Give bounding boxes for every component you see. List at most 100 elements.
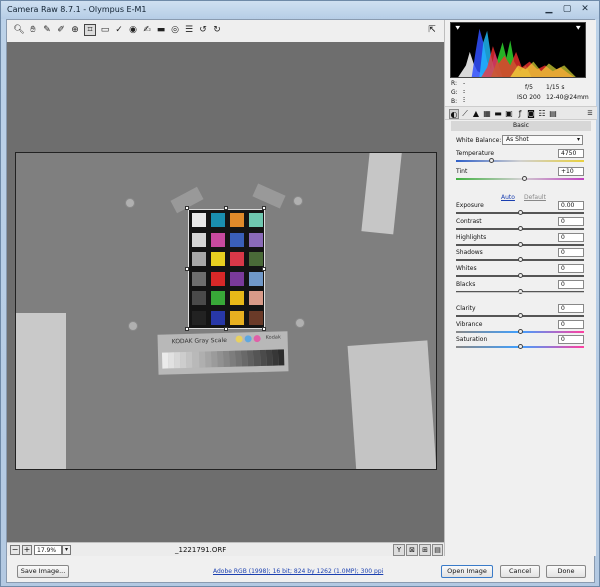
lens-corrections-tab-icon[interactable]: ▣: [504, 109, 514, 119]
crop-icon[interactable]: ⌗: [84, 24, 96, 36]
close-icon[interactable]: ✕: [578, 4, 592, 16]
red-eye-icon[interactable]: ◉: [127, 24, 139, 36]
saturation-slider-thumb[interactable]: [518, 344, 523, 350]
presets-tab-icon[interactable]: ☷: [537, 109, 547, 119]
snapshots-tab-icon[interactable]: ▤: [548, 109, 558, 119]
color-checker-chart: [188, 209, 265, 329]
clarity-slider-thumb[interactable]: [518, 312, 523, 318]
color-patch: [192, 271, 206, 286]
zoom-level-field[interactable]: 17.9%: [34, 545, 62, 555]
crop-handle[interactable]: [262, 206, 266, 210]
preview-settings-icon[interactable]: ▤: [432, 544, 443, 556]
fullscreen-toggle-icon[interactable]: ⇱: [425, 24, 439, 36]
default-link[interactable]: Default: [524, 194, 546, 201]
graduated-filter-icon[interactable]: ▬: [155, 24, 167, 36]
zoom-dropdown-icon[interactable]: ▾: [62, 545, 71, 555]
save-image-button[interactable]: Save Image...: [17, 565, 69, 578]
crop-handle[interactable]: [262, 327, 266, 331]
camera-calibration-tab-icon[interactable]: ◙: [526, 109, 536, 119]
preferences-icon[interactable]: ☰: [183, 24, 195, 36]
color-patch: [211, 271, 225, 286]
temperature-slider-thumb[interactable]: [488, 158, 494, 163]
zoom-icon[interactable]: 🔍︎: [13, 24, 25, 36]
shadows-slider[interactable]: [456, 257, 584, 263]
basic-tab-icon[interactable]: ◐: [449, 109, 459, 119]
zoom-out-icon[interactable]: −: [10, 545, 20, 555]
crop-handle[interactable]: [185, 206, 189, 210]
highlights-slider-thumb[interactable]: [518, 241, 523, 247]
contrast-slider-thumb[interactable]: [518, 225, 523, 231]
radial-filter-icon[interactable]: ◎: [169, 24, 181, 36]
crop-handle[interactable]: [262, 267, 266, 271]
whites-value-field[interactable]: 0: [558, 264, 584, 274]
clarity-slider[interactable]: [456, 312, 584, 318]
crop-handle[interactable]: [185, 267, 189, 271]
hsl-tab-icon[interactable]: ▦: [482, 109, 492, 119]
detail-tab-icon[interactable]: ▲: [471, 109, 481, 119]
rotate-cw-icon[interactable]: ↻: [211, 24, 223, 36]
split-toning-tab-icon[interactable]: ▬: [493, 109, 503, 119]
color-patch: [230, 271, 244, 286]
before-after-icon[interactable]: ⊠: [406, 544, 418, 556]
minimize-icon[interactable]: ▁: [542, 4, 556, 16]
exposure-slider[interactable]: [456, 210, 584, 215]
dialog-footer: Save Image... Adobe RGB (1998); 16 bit; …: [7, 560, 594, 582]
tint-slider-thumb[interactable]: [521, 176, 527, 181]
tint-value-field[interactable]: +10: [558, 167, 584, 176]
tone-curve-tab-icon[interactable]: ⟋: [460, 109, 470, 119]
aperture-info: f/5: [525, 84, 533, 91]
swap-settings-icon[interactable]: ⊞: [419, 544, 431, 556]
image-preview-area[interactable]: KODAK Gray Scale Kodak: [7, 42, 444, 542]
open-image-button[interactable]: Open Image: [441, 565, 493, 578]
straighten-icon[interactable]: ▭: [99, 24, 111, 36]
shadows-value-field[interactable]: 0: [558, 248, 584, 258]
contrast-slider[interactable]: [456, 225, 584, 231]
temperature-label: Temperature: [456, 150, 495, 157]
done-button[interactable]: Done: [546, 565, 586, 578]
hand-icon[interactable]: ✋︎: [27, 24, 39, 36]
saturation-slider[interactable]: [456, 344, 584, 350]
whites-slider[interactable]: [456, 273, 584, 279]
white-balance-select[interactable]: As Shot ▾: [502, 135, 583, 145]
effects-tab-icon[interactable]: ƒ: [515, 109, 525, 119]
tint-slider[interactable]: [456, 176, 584, 181]
yellow-dot-icon: [235, 335, 243, 343]
highlights-value-field[interactable]: 0: [558, 232, 584, 242]
temperature-slider[interactable]: [456, 158, 584, 163]
rotate-ccw-icon[interactable]: ↺: [197, 24, 209, 36]
crop-handle[interactable]: [224, 327, 228, 331]
spot-removal-icon[interactable]: ✓: [113, 24, 125, 36]
vibrance-slider-thumb[interactable]: [518, 328, 523, 334]
white-balance-icon[interactable]: ✎: [41, 24, 53, 36]
crop-handle[interactable]: [185, 327, 189, 331]
tint-label: Tint: [456, 168, 468, 175]
cancel-button[interactable]: Cancel: [500, 565, 540, 578]
contrast-label: Contrast: [456, 217, 482, 225]
view-toggle-icon[interactable]: Y: [393, 544, 405, 556]
exposure-slider-thumb[interactable]: [518, 210, 523, 215]
adjustment-brush-icon[interactable]: ✍: [141, 24, 153, 36]
blacks-value-field[interactable]: 0: [558, 280, 584, 289]
zoom-in-icon[interactable]: +: [22, 545, 32, 555]
photo-preview[interactable]: KODAK Gray Scale Kodak: [15, 152, 437, 470]
saturation-value-field[interactable]: 0: [558, 335, 584, 345]
color-patch: [192, 213, 206, 227]
vibrance-slider[interactable]: [456, 328, 584, 334]
exposure-value-field[interactable]: 0.00: [558, 201, 584, 210]
contrast-value-field[interactable]: 0: [558, 216, 584, 226]
clarity-value-field[interactable]: 0: [558, 303, 584, 313]
highlights-slider[interactable]: [456, 241, 584, 247]
whites-slider-thumb[interactable]: [518, 273, 523, 279]
color-sampler-icon[interactable]: ✐: [55, 24, 67, 36]
auto-link[interactable]: Auto: [501, 194, 515, 201]
crop-handle[interactable]: [224, 206, 228, 210]
vibrance-value-field[interactable]: 0: [558, 319, 584, 329]
panel-menu-icon[interactable]: ☰: [585, 109, 595, 119]
workflow-options-link[interactable]: Adobe RGB (1998); 16 bit; 824 by 1262 (1…: [213, 568, 383, 575]
temperature-value-field[interactable]: 4750: [558, 149, 584, 158]
adjustments-panel: R: --- G: --- B: --- f/5 1/15 s ISO 200 …: [444, 20, 597, 556]
maximize-icon[interactable]: ▢: [560, 4, 574, 16]
targeted-adjustment-icon[interactable]: ⊕: [69, 24, 81, 36]
shadows-slider-thumb[interactable]: [518, 257, 523, 263]
dialog-client: 🔍︎ ✋︎ ✎ ✐ ⊕ ⌗ ▭ ✓ ◉ ✍ ▬ ◎ ☰ ↺ ↻ ⇱ KODAK …: [6, 19, 597, 583]
